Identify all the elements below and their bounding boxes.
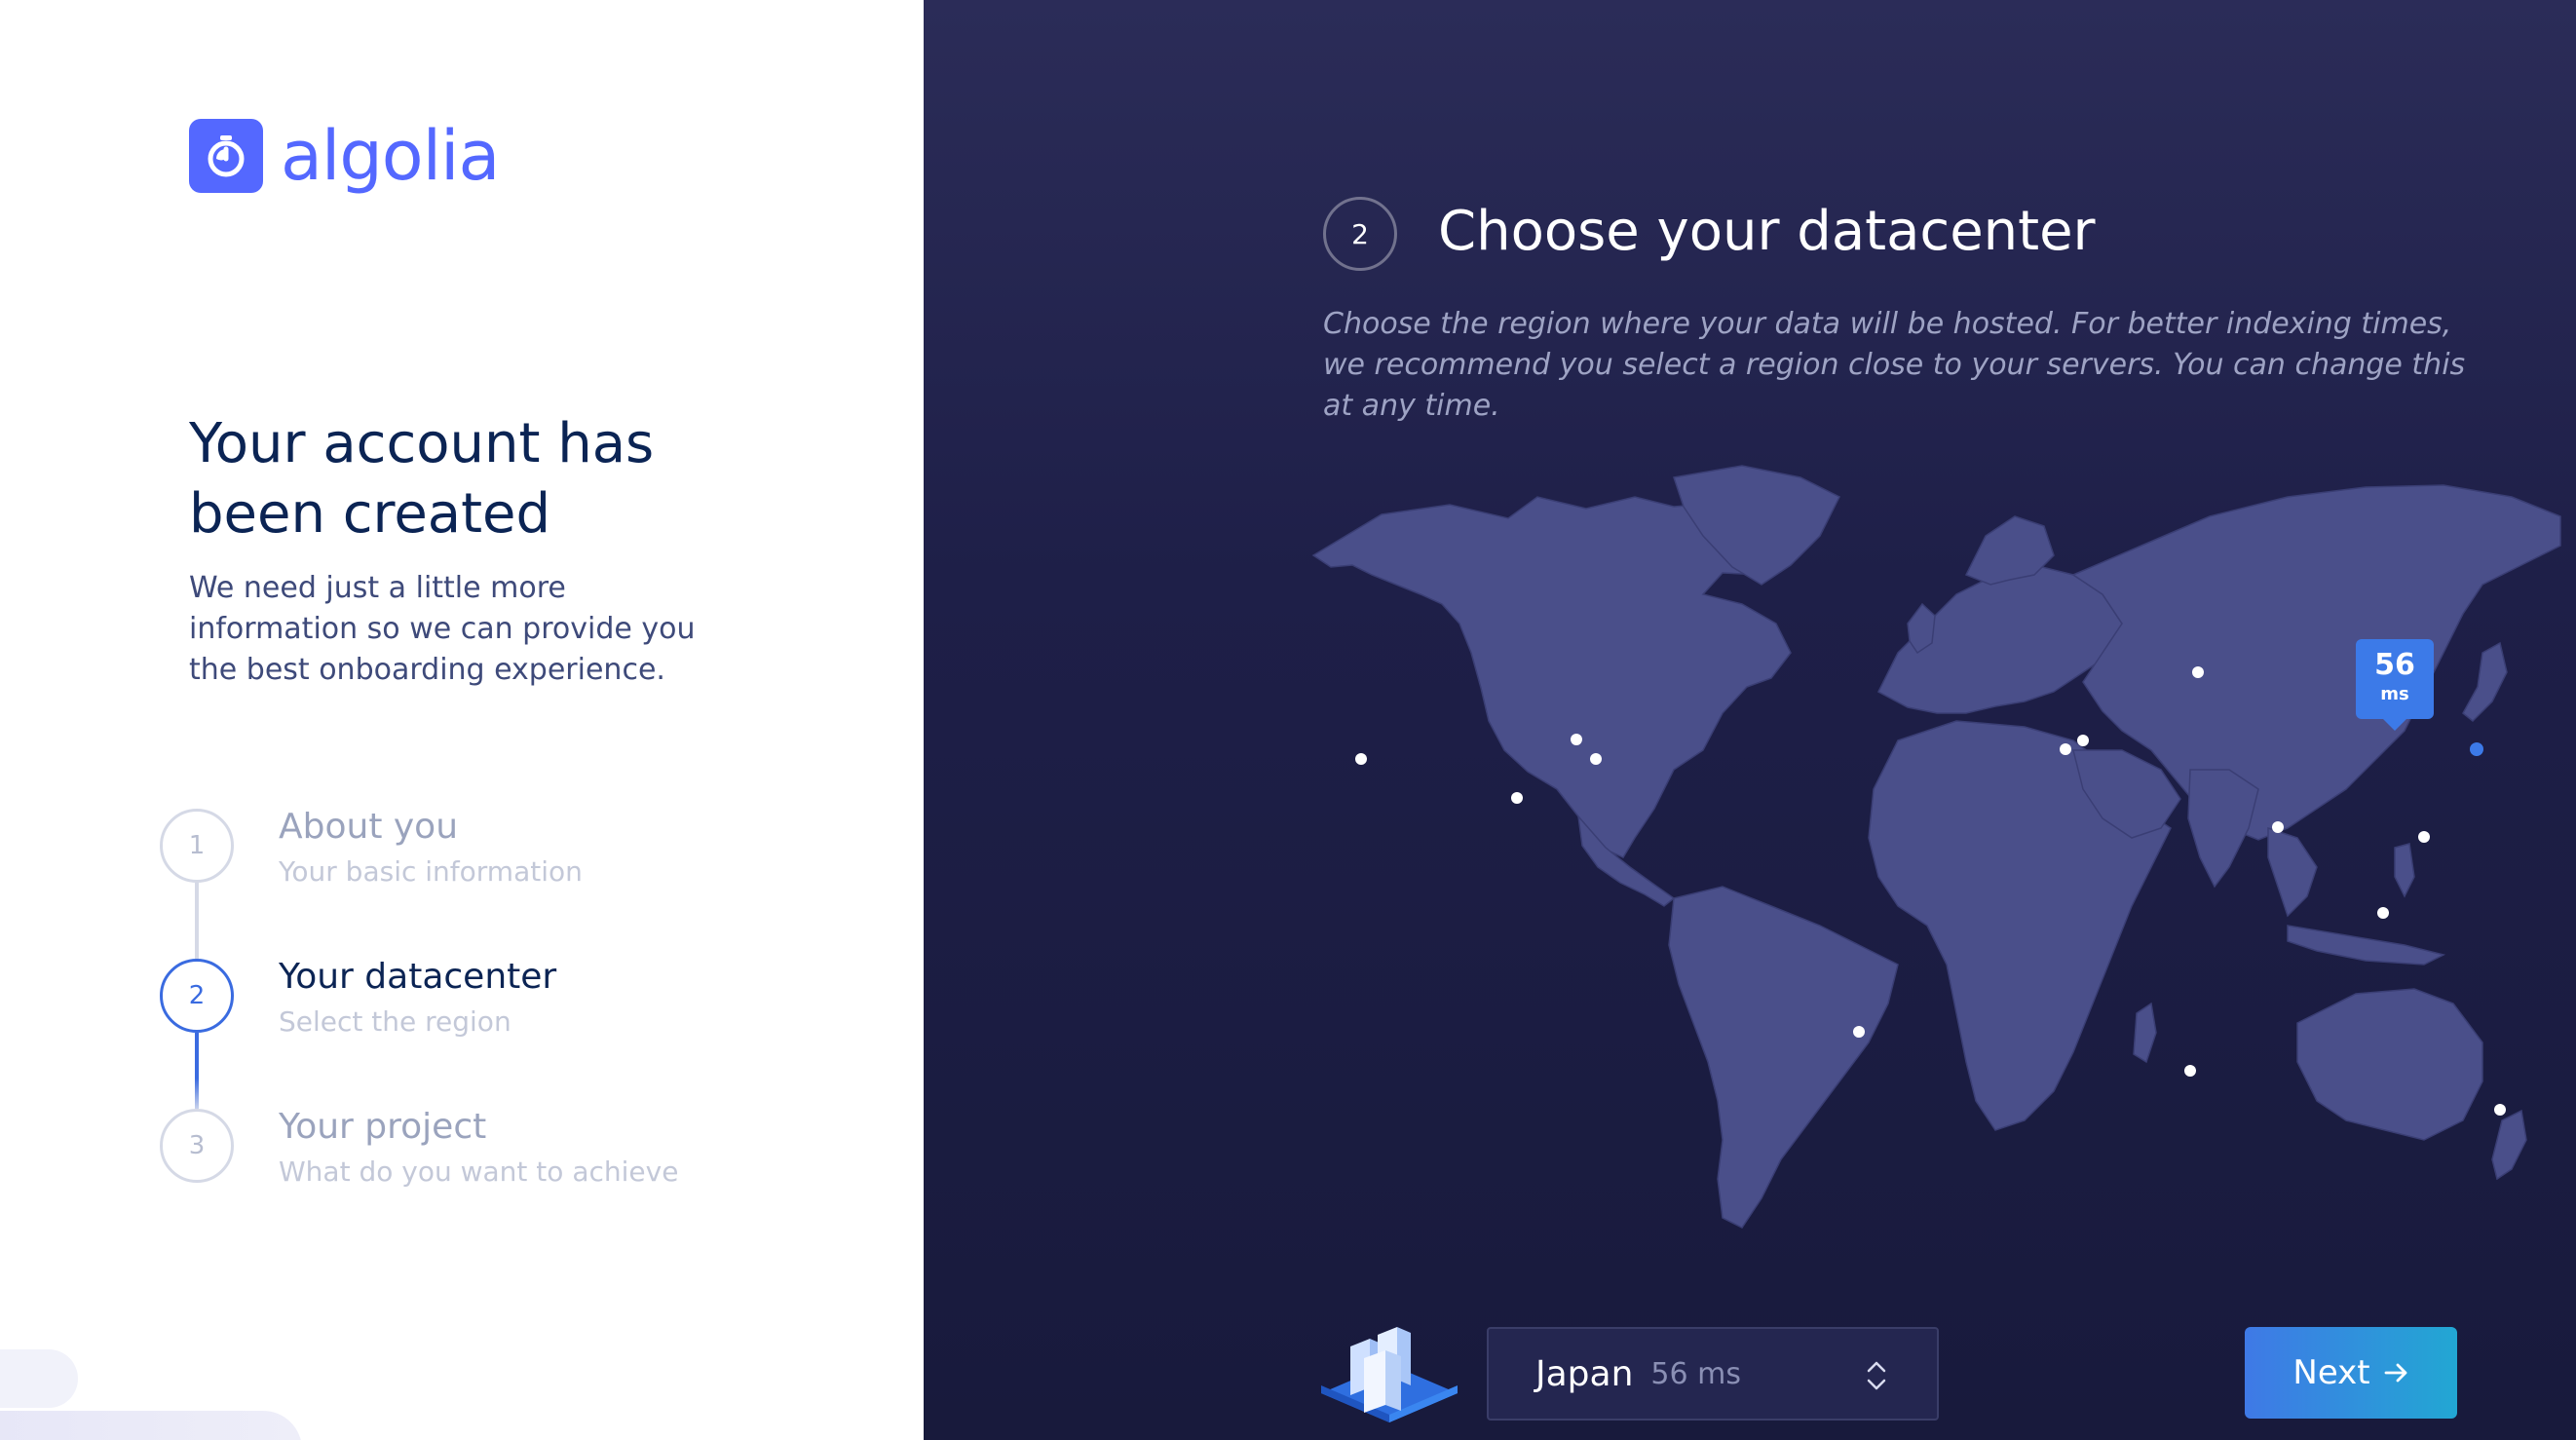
intro-text: We need just a little more information s… <box>189 571 696 687</box>
datacenter-marker <box>2184 1065 2196 1077</box>
datacenter-marker <box>1355 753 1367 765</box>
southeast-asia-landmass <box>2267 826 2318 918</box>
current-step-badge: 2 <box>1323 197 1397 271</box>
selected-region-name: Japan <box>1535 1353 1634 1394</box>
datacenter-marker <box>2377 907 2389 919</box>
section-description: Choose the region where your data will b… <box>1323 307 2466 423</box>
datacenter-marker <box>1511 792 1523 804</box>
decorative-shape <box>0 1349 78 1408</box>
tooltip-pointer <box>2383 719 2406 731</box>
world-map <box>1311 465 2561 1229</box>
headline-line-2: been created <box>189 482 551 546</box>
datacenter-marker <box>2077 735 2089 746</box>
datacenter-marker <box>2272 821 2284 833</box>
page-headline: Your account has been created <box>189 409 735 549</box>
region-select[interactable]: Japan 56 ms <box>1487 1327 1939 1421</box>
arrow-right-icon <box>2384 1363 2407 1383</box>
latency-box: 56 ms <box>2356 639 2434 719</box>
selected-datacenter-marker <box>2470 742 2483 756</box>
indonesia-landmass <box>2287 925 2446 966</box>
step-number: 2 <box>160 959 234 1033</box>
brand-name: algolia <box>281 116 500 196</box>
step-title: About you <box>279 807 459 847</box>
datacenter-marker <box>1853 1026 1865 1038</box>
step-about-you[interactable]: 1 About you Your basic information <box>160 807 793 896</box>
step-subtitle: What do you want to achieve <box>279 1156 679 1188</box>
stopwatch-icon <box>189 119 263 193</box>
step-subtitle: Your basic information <box>279 855 583 888</box>
datacenter-marker <box>1571 734 1582 745</box>
next-button-label: Next <box>2292 1353 2370 1392</box>
selected-region-latency: 56 ms <box>1650 1356 1741 1391</box>
onboarding-page: algolia Your account has been created We… <box>0 0 2576 1440</box>
south-america-landmass <box>1668 886 1899 1229</box>
step-number: 1 <box>160 809 234 883</box>
step-title: Your datacenter <box>279 957 557 997</box>
new-zealand-landmass <box>2491 1109 2527 1181</box>
step-your-project[interactable]: 3 Your project What do you want to achie… <box>160 1107 793 1196</box>
latency-unit: ms <box>2380 684 2409 704</box>
datacenter-panel: 2 Choose your datacenter Choose the regi… <box>924 0 2576 1440</box>
datacenter-marker <box>2418 831 2430 843</box>
select-arrows-icon <box>1867 1361 1886 1390</box>
algolia-logo: algolia <box>189 116 500 196</box>
datacenter-marker <box>2192 666 2204 678</box>
madagascar-landmass <box>2133 1002 2157 1064</box>
japan-landmass <box>2462 641 2508 723</box>
philippines-landmass <box>2394 843 2415 898</box>
step-number: 3 <box>160 1109 234 1183</box>
next-button[interactable]: Next <box>2245 1327 2457 1419</box>
latency-value: 56 <box>2374 648 2415 682</box>
headline-line-1: Your account has <box>189 412 655 475</box>
australia-landmass <box>2296 988 2483 1141</box>
datacenter-marker <box>2060 743 2071 755</box>
india-landmass <box>2187 769 2259 889</box>
section-title: Choose your datacenter <box>1438 200 2096 263</box>
step-title: Your project <box>279 1107 487 1147</box>
bottom-controls: Japan 56 ms Next <box>924 1325 2576 1422</box>
datacenter-buildings-icon <box>1321 1327 1458 1422</box>
decorative-shape <box>0 1411 302 1440</box>
left-panel: algolia Your account has been created We… <box>0 0 924 1440</box>
datacenter-marker <box>2494 1104 2506 1116</box>
datacenter-marker <box>1590 753 1602 765</box>
step-your-datacenter[interactable]: 2 Your datacenter Select the region <box>160 957 793 1046</box>
selected-latency-tooltip: 56 ms <box>2356 639 2434 731</box>
step-subtitle: Select the region <box>279 1005 511 1038</box>
